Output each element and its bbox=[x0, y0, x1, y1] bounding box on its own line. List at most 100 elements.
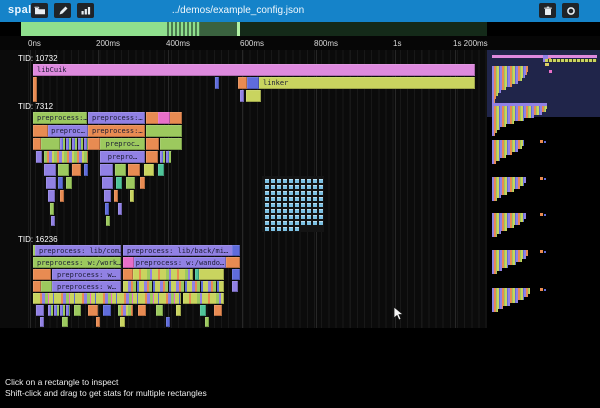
flame-bar[interactable] bbox=[156, 305, 163, 316]
flame-bar[interactable] bbox=[102, 177, 113, 189]
minimap-cluster-row[interactable] bbox=[492, 161, 496, 164]
activity-minimap[interactable] bbox=[0, 22, 600, 36]
flame-bar[interactable] bbox=[36, 151, 42, 163]
flame-bar[interactable] bbox=[144, 164, 154, 176]
flame-bar[interactable] bbox=[50, 203, 54, 215]
flame-bar[interactable]: preprocess:… bbox=[33, 112, 87, 124]
flame-bar[interactable] bbox=[200, 305, 206, 316]
flame-bar[interactable] bbox=[123, 269, 133, 280]
flame-bar[interactable] bbox=[123, 281, 224, 292]
thread-header[interactable]: TID: 10732 bbox=[18, 54, 58, 63]
flame-bar[interactable]: prepro… bbox=[100, 151, 145, 163]
flame-bar[interactable]: preprocess: w:/wando… bbox=[134, 257, 226, 268]
flame-bar[interactable] bbox=[62, 317, 68, 327]
flame-bar[interactable] bbox=[183, 293, 224, 304]
flame-bar[interactable] bbox=[214, 305, 222, 316]
flame-bar[interactable]: preprocess: w:/work… bbox=[33, 257, 121, 268]
flame-bar[interactable]: preproc… bbox=[48, 125, 88, 137]
flame-bar[interactable] bbox=[118, 203, 122, 215]
flame-bar[interactable]: preprocess:… bbox=[88, 112, 145, 124]
flame-bar[interactable] bbox=[40, 317, 44, 327]
flame-bar[interactable] bbox=[58, 164, 69, 176]
flame-bar[interactable] bbox=[146, 125, 182, 137]
minimap-cluster-row[interactable] bbox=[492, 234, 497, 237]
flame-bar[interactable] bbox=[138, 305, 146, 316]
flame-bar[interactable] bbox=[126, 177, 135, 189]
flame-bar[interactable] bbox=[232, 269, 240, 280]
minimap-cluster-row[interactable] bbox=[492, 271, 497, 274]
flame-bar[interactable] bbox=[238, 77, 247, 89]
flame-bar[interactable] bbox=[247, 77, 259, 89]
flame-bar[interactable] bbox=[104, 190, 111, 202]
flame-bar[interactable]: preprocess: w… bbox=[52, 269, 121, 280]
open-file-button[interactable] bbox=[31, 3, 48, 18]
flame-bar[interactable] bbox=[33, 77, 37, 102]
flame-bar[interactable] bbox=[74, 305, 81, 316]
flame-bar[interactable]: preprocess: lib/back/mi… bbox=[123, 245, 237, 256]
settings-button[interactable] bbox=[562, 3, 579, 18]
flame-bar[interactable] bbox=[100, 164, 113, 176]
minimap-cluster-row[interactable] bbox=[492, 309, 498, 312]
flame-bar[interactable] bbox=[96, 317, 100, 327]
flame-bar[interactable] bbox=[118, 305, 133, 316]
flame-bar[interactable] bbox=[128, 164, 140, 176]
thread-header[interactable]: TID: 7312 bbox=[18, 102, 53, 111]
flame-bar[interactable] bbox=[160, 151, 172, 163]
flame-bar[interactable] bbox=[240, 90, 244, 102]
flame-bar[interactable] bbox=[58, 177, 63, 189]
flame-bar[interactable] bbox=[46, 177, 56, 189]
minimap-cluster-row[interactable] bbox=[492, 198, 497, 201]
flame-bar[interactable] bbox=[226, 257, 240, 268]
flame-bar[interactable] bbox=[133, 269, 193, 280]
flame-bar[interactable] bbox=[166, 317, 170, 327]
flame-bar[interactable] bbox=[146, 151, 158, 163]
flame-bar[interactable] bbox=[105, 203, 109, 215]
flame-bar[interactable] bbox=[60, 138, 88, 150]
flame-bar[interactable] bbox=[72, 164, 81, 176]
flame-bar[interactable] bbox=[120, 317, 125, 327]
flame-bar[interactable] bbox=[33, 293, 181, 304]
flame-bar[interactable]: preproc… bbox=[100, 138, 145, 150]
flame-bar[interactable] bbox=[116, 177, 122, 189]
flame-bar[interactable]: preprocess:… bbox=[88, 125, 145, 137]
minimap-cluster-row[interactable] bbox=[492, 133, 495, 136]
flame-bar[interactable] bbox=[158, 164, 164, 176]
thread-header[interactable]: TID: 16236 bbox=[18, 235, 58, 244]
flame-bar[interactable]: libCuik bbox=[33, 64, 475, 76]
flame-bar[interactable]: preprocess: lib/com… bbox=[35, 245, 121, 256]
flame-bar[interactable] bbox=[88, 305, 98, 316]
flame-bar[interactable] bbox=[33, 125, 48, 137]
flame-bar[interactable] bbox=[51, 216, 55, 226]
flame-bar[interactable] bbox=[66, 177, 72, 189]
flame-bar[interactable] bbox=[232, 245, 240, 256]
flame-bar[interactable] bbox=[246, 90, 261, 102]
flame-bar[interactable] bbox=[114, 190, 118, 202]
flame-bar[interactable] bbox=[123, 257, 134, 268]
flame-bar[interactable] bbox=[84, 164, 88, 176]
flame-bar[interactable] bbox=[199, 269, 224, 280]
flame-bar[interactable] bbox=[215, 77, 219, 89]
flame-bar[interactable] bbox=[115, 164, 126, 176]
flame-bar[interactable] bbox=[158, 112, 170, 124]
flame-bar[interactable] bbox=[103, 305, 111, 316]
flame-bar[interactable] bbox=[146, 138, 159, 150]
flame-bar[interactable] bbox=[44, 164, 56, 176]
flame-bar[interactable] bbox=[48, 305, 70, 316]
flame-bar[interactable] bbox=[41, 281, 52, 292]
trash-button[interactable] bbox=[539, 3, 556, 18]
flame-bar[interactable] bbox=[36, 305, 44, 316]
flame-bar[interactable] bbox=[41, 138, 60, 150]
flame-bar[interactable] bbox=[106, 216, 110, 226]
flame-bar[interactable] bbox=[48, 190, 55, 202]
flame-bar[interactable] bbox=[33, 269, 51, 280]
chart-button[interactable] bbox=[77, 3, 94, 18]
flame-bar[interactable] bbox=[176, 305, 181, 316]
edit-button[interactable] bbox=[54, 3, 71, 18]
flame-bar[interactable] bbox=[160, 138, 182, 150]
flame-bar[interactable] bbox=[33, 281, 41, 292]
flame-bar[interactable] bbox=[44, 151, 88, 163]
flame-bar[interactable] bbox=[140, 177, 145, 189]
flame-bar[interactable] bbox=[205, 317, 209, 327]
flame-bar[interactable]: linker bbox=[259, 77, 475, 89]
flame-bar[interactable] bbox=[33, 138, 41, 150]
